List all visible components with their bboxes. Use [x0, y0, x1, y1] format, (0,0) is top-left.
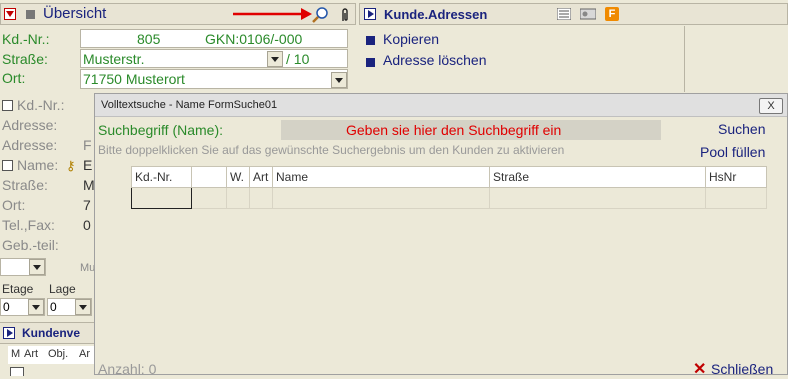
- search-icon[interactable]: [311, 6, 329, 24]
- table-cell[interactable]: [249, 187, 273, 209]
- left-lage-label: Lage: [49, 282, 76, 296]
- etage-dropdown-icon[interactable]: [28, 299, 44, 315]
- col-art[interactable]: Art: [249, 166, 273, 188]
- expand-toggle-icon[interactable]: [364, 8, 376, 20]
- kundenve-grid-header: M Art Obj. Ar: [8, 346, 96, 364]
- col-kdnr[interactable]: Kd.-Nr.: [131, 166, 192, 188]
- house-number-value: / 10: [286, 51, 310, 67]
- overview-header: Übersicht: [0, 3, 356, 25]
- kdnr-label: Kd.-Nr.:: [2, 31, 50, 47]
- col-strasse[interactable]: Straße: [489, 166, 706, 188]
- kdnr-checkbox-icon[interactable]: [2, 100, 13, 111]
- key-icon: ⚷: [66, 158, 76, 173]
- results-grid-header: Kd.-Nr. W. Art Name Straße HsNr: [131, 166, 767, 188]
- dialog-close-icon[interactable]: X: [759, 98, 783, 114]
- annotation-arrow-icon: [233, 8, 312, 20]
- customer-block: Kd.-Nr.: 805 GKN:0106/-000 Straße: Muste…: [0, 26, 356, 92]
- selected-cell[interactable]: [131, 187, 192, 209]
- dialog-titlebar: Volltextsuche - Name FormSuche01 X: [95, 94, 787, 117]
- search-button[interactable]: Suchen: [718, 121, 765, 137]
- address-header: Kunde.Adressen F: [359, 3, 788, 25]
- col-ar: Ar: [79, 348, 90, 360]
- left-adresse-label-2: Adresse:: [2, 137, 58, 153]
- copy-action[interactable]: Kopieren: [383, 31, 439, 47]
- left-etage-label: Etage: [2, 282, 34, 296]
- address-header-title: Kunde.Adressen: [384, 7, 488, 22]
- table-cell[interactable]: [705, 187, 767, 209]
- collapse-toggle-icon[interactable]: [4, 8, 16, 20]
- col-art: Art: [24, 348, 39, 360]
- search-placeholder: Geben sie hier den Suchbegriff ein: [346, 122, 562, 138]
- street-label: Straße:: [2, 51, 48, 67]
- kundenve-toggle-icon[interactable]: [3, 327, 15, 339]
- lage-value: 0: [50, 300, 57, 314]
- search-label: Suchbegriff (Name):: [98, 122, 224, 138]
- street-dropdown-icon[interactable]: [267, 51, 283, 67]
- list-view-icon[interactable]: [557, 8, 571, 20]
- gebteil-dropdown-icon[interactable]: [29, 259, 45, 275]
- left-name-value: E: [83, 157, 93, 173]
- left-ort-value: 7: [83, 197, 91, 213]
- copy-bullet-icon: [366, 36, 375, 45]
- kdnr-value: 805: [137, 31, 161, 47]
- gkn-value: GKN:0106/-000: [205, 31, 303, 47]
- result-hint: Bitte doppelklicken Sie auf das gewünsch…: [98, 143, 565, 157]
- col-hsnr[interactable]: HsNr: [705, 166, 767, 188]
- street-value: Musterstr.: [83, 51, 145, 67]
- left-mu-label: Mu: [80, 262, 96, 274]
- dialog-close-label: X: [767, 100, 775, 112]
- left-adresse-label-1: Adresse:: [2, 117, 58, 133]
- fulltext-search-dialog: Volltextsuche - Name FormSuche01 X Suchb…: [94, 93, 788, 378]
- col-name[interactable]: Name: [272, 166, 490, 188]
- delete-bullet-icon: [366, 58, 375, 67]
- overview-title: Übersicht: [43, 5, 107, 22]
- gebteil-select[interactable]: [0, 258, 46, 276]
- lage-dropdown-icon[interactable]: [75, 299, 91, 315]
- kdnr-field[interactable]: 805 GKN:0106/-000: [80, 29, 348, 48]
- close-x-icon: ✕: [693, 361, 707, 378]
- left-strasse-value: M: [83, 177, 95, 193]
- table-row[interactable]: [131, 187, 767, 209]
- col-m: M: [11, 348, 21, 360]
- city-dropdown-icon[interactable]: [331, 72, 347, 88]
- search-input[interactable]: Geben sie hier den Suchbegriff ein: [281, 120, 661, 140]
- table-cell[interactable]: [191, 187, 227, 209]
- table-cell[interactable]: [489, 187, 706, 209]
- city-field[interactable]: 71750 Musterort: [80, 69, 348, 89]
- city-value: 71750 Musterort: [83, 71, 185, 87]
- format-f-icon[interactable]: F: [605, 7, 619, 21]
- action-panel: Kopieren Adresse löschen: [359, 26, 685, 92]
- col-blank[interactable]: [191, 166, 227, 188]
- dialog-title: Volltextsuche - Name FormSuche01: [101, 99, 278, 111]
- kundenve-header: Kundenve: [0, 322, 96, 344]
- col-w[interactable]: W.: [226, 166, 250, 188]
- left-panel: Kd.-Nr.: Adresse: Adresse: F Name: ⚷ E S…: [0, 92, 96, 376]
- name-checkbox-icon[interactable]: [2, 160, 13, 171]
- delete-address-action[interactable]: Adresse löschen: [383, 52, 487, 68]
- etage-value: 0: [3, 300, 10, 314]
- contact-card-icon[interactable]: [580, 8, 596, 20]
- overview-square-icon: [26, 10, 35, 19]
- left-telfax-label: Tel.,Fax:: [2, 217, 55, 233]
- left-ort-label: Ort:: [2, 197, 26, 213]
- results-grid: Kd.-Nr. W. Art Name Straße HsNr: [131, 166, 767, 209]
- table-cell[interactable]: [272, 187, 490, 209]
- left-name-label: Name:: [17, 157, 59, 173]
- fill-pool-button[interactable]: Pool füllen: [700, 144, 765, 160]
- left-gebteil-label: Geb.-teil:: [2, 237, 59, 253]
- city-label: Ort:: [2, 70, 26, 86]
- paperclip-icon[interactable]: [340, 7, 350, 23]
- left-kdnr-label: Kd.-Nr.:: [17, 97, 65, 113]
- street-field[interactable]: Musterstr. / 10: [80, 49, 348, 68]
- kundenve-title: Kundenve: [22, 326, 81, 340]
- left-adresse-value: F: [83, 137, 92, 153]
- left-strasse-label: Straße:: [2, 177, 48, 193]
- left-telfax-value: 0: [83, 217, 91, 233]
- col-obj: Obj.: [48, 348, 69, 360]
- lage-select[interactable]: 0: [47, 298, 92, 316]
- table-cell[interactable]: [226, 187, 250, 209]
- etage-select[interactable]: 0: [0, 298, 45, 316]
